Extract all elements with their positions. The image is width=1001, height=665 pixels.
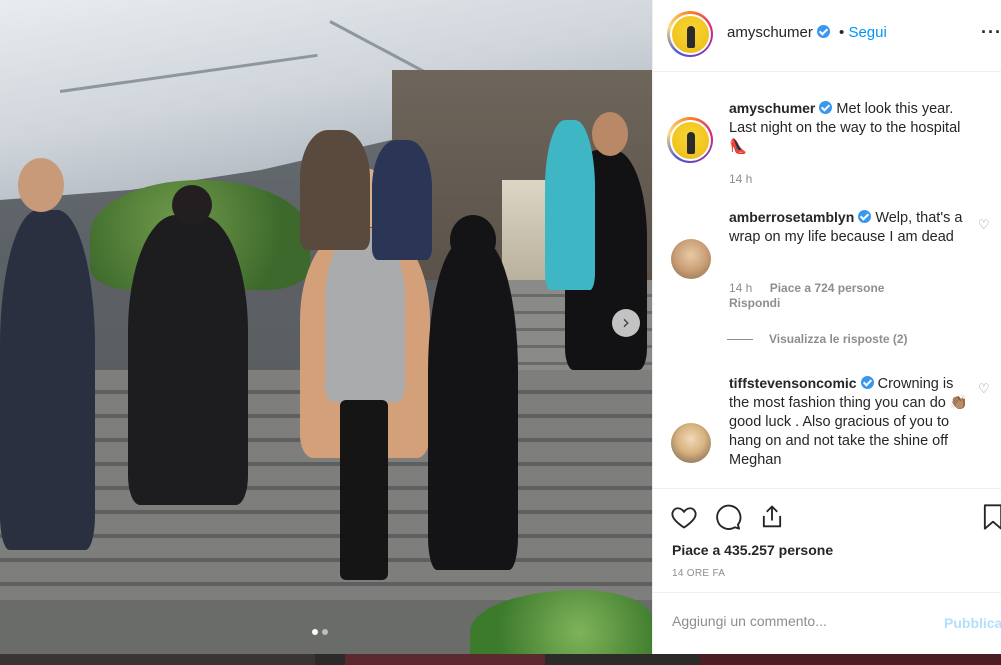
carousel-indicator (312, 629, 328, 635)
author-username[interactable]: amyschumer (727, 24, 813, 41)
share-icon[interactable] (758, 503, 786, 531)
person-hooded-head (450, 215, 496, 265)
person-teal (545, 120, 595, 290)
caption-time[interactable]: 14 h (729, 172, 752, 186)
follow-button[interactable]: Segui (848, 24, 886, 41)
caption-text-block: amyschumer Met look this year. Last nigh… (729, 99, 969, 157)
post-timestamp[interactable]: 14 ORE FA (672, 568, 725, 579)
post-photo[interactable]: › (0, 0, 652, 654)
view-replies-button[interactable]: Visualizza le risposte (2) (727, 332, 908, 346)
heart-icon[interactable] (670, 503, 698, 531)
author-username-row: amyschumer (727, 24, 830, 41)
follow-separator: • (839, 24, 845, 41)
carousel-dot-active (312, 629, 318, 635)
comment-text-block: amberrosetamblyn Welp, that's a wrap on … (729, 208, 969, 247)
person-background (300, 130, 370, 250)
feed-preview-tile (345, 654, 545, 665)
caption-avatar[interactable] (667, 117, 713, 163)
comment-username[interactable]: tiffstevensoncomic (729, 375, 857, 391)
post-sidebar: amyschumer • Segui ··· amyschumer Met lo… (652, 0, 1001, 654)
person-background (372, 140, 432, 260)
chevron-right-icon: › (622, 310, 630, 334)
caption-username[interactable]: amyschumer (729, 100, 815, 116)
person-center-legs (340, 400, 388, 580)
verified-badge-icon (819, 101, 833, 114)
comment-icon[interactable] (714, 503, 742, 531)
verified-badge-icon (816, 25, 830, 38)
view-replies-label: Visualizza le risposte (2) (769, 332, 908, 346)
comment-like-heart-icon[interactable]: ♡ (978, 382, 990, 397)
carousel-dot (322, 629, 328, 635)
post-actions: Piace a 435.257 persone 14 ORE FA (653, 488, 1001, 592)
comment-avatar[interactable] (671, 423, 711, 463)
comment-meta: 14 h Piace a 724 persone (729, 281, 884, 295)
bookmark-icon[interactable] (979, 503, 1001, 531)
person-hooded (428, 240, 518, 570)
verified-badge-icon (858, 210, 872, 223)
person-left-head (18, 158, 64, 212)
comment-time[interactable]: 14 h (729, 281, 752, 295)
comment-avatar[interactable] (671, 239, 711, 279)
feed-preview-tile (700, 654, 1001, 665)
publish-button[interactable]: Pubblica (944, 615, 1001, 631)
comment-likes[interactable]: Piace a 724 persone (770, 281, 885, 295)
feed-preview-strip (0, 654, 1001, 665)
follow-row: • Segui (839, 24, 887, 41)
comment-username[interactable]: amberrosetamblyn (729, 209, 854, 225)
feed-preview-tile (0, 654, 315, 665)
person-black-jacket-head (172, 185, 212, 225)
comment-input[interactable] (672, 613, 922, 629)
person-left (0, 210, 95, 550)
add-comment-bar: Pubblica (653, 592, 1001, 654)
comments-list[interactable]: amyschumer Met look this year. Last nigh… (653, 73, 1001, 488)
carousel-next-button[interactable]: › (612, 309, 640, 337)
verified-badge-icon (860, 376, 874, 389)
comment-like-heart-icon[interactable]: ♡ (978, 218, 990, 233)
reply-button[interactable]: Rispondi (729, 296, 780, 310)
more-options-icon[interactable]: ··· (981, 22, 1001, 43)
person-right-head (592, 112, 628, 156)
view-replies-line (727, 338, 753, 340)
author-avatar[interactable] (667, 11, 713, 57)
comment-text-block: tiffstevensoncomic Crowning is the most … (729, 374, 969, 470)
person-black-jacket (128, 215, 248, 505)
post-likes-count[interactable]: Piace a 435.257 persone (672, 542, 833, 558)
post-header: amyschumer • Segui ··· (653, 0, 1001, 72)
